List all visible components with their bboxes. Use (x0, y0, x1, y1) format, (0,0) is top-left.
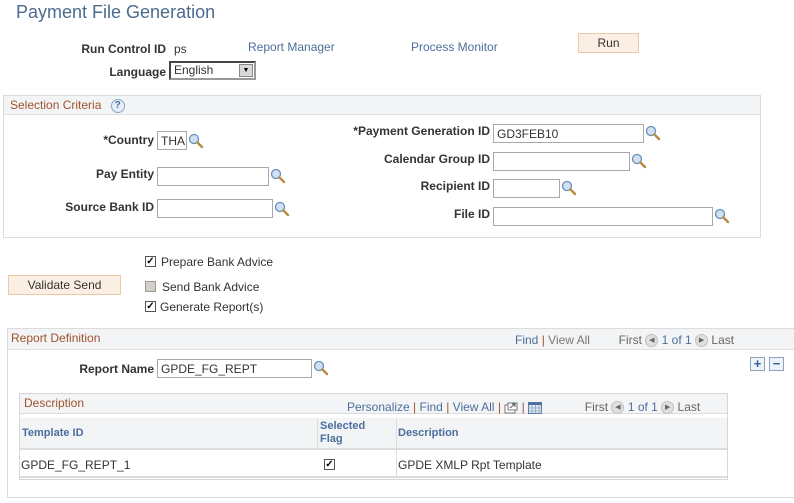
run-control-id-label: Run Control ID (81, 42, 166, 56)
validate-send-button[interactable]: Validate Send (8, 275, 121, 295)
report-manager-link[interactable]: Report Manager (248, 40, 335, 54)
process-monitor-link[interactable]: Process Monitor (411, 40, 498, 54)
description-last[interactable]: Last (678, 400, 701, 414)
description-grid-nav: Personalize | Find | View All | | First … (347, 400, 701, 415)
delete-row-button[interactable]: − (769, 357, 784, 371)
run-button[interactable]: Run (578, 33, 639, 53)
report-name-label: Report Name (79, 362, 154, 376)
calendar-group-input[interactable] (493, 152, 630, 171)
run-control-id-value: ps (174, 42, 187, 56)
description-cell: GPDE XMLP Rpt Template (398, 458, 542, 472)
report-definition-view-all-link[interactable]: View All (548, 333, 590, 347)
source-bank-label: Source Bank ID (65, 200, 154, 214)
file-id-lookup-icon[interactable] (714, 208, 730, 224)
recipient-label: Recipient ID (420, 179, 490, 193)
report-name-input[interactable]: GPDE_FG_REPT (157, 359, 312, 378)
template-id-cell: GPDE_FG_REPT_1 (21, 458, 131, 472)
prepare-bank-advice-checkbox[interactable]: ✓ (145, 256, 156, 267)
description-first[interactable]: First (585, 400, 608, 414)
recipient-lookup-icon[interactable] (561, 180, 577, 196)
pay-entity-label: Pay Entity (95, 167, 154, 181)
previous-icon[interactable]: ◀ (645, 334, 659, 348)
report-definition-last[interactable]: Last (711, 333, 734, 347)
column-header-description[interactable]: Description (398, 427, 459, 440)
generate-reports-checkbox[interactable]: ✓ (145, 301, 156, 312)
source-bank-input[interactable] (157, 199, 273, 218)
new-window-icon[interactable] (504, 402, 518, 414)
calendar-group-lookup-icon[interactable] (631, 153, 647, 169)
file-id-input[interactable] (493, 207, 713, 226)
calendar-group-label: Calendar Group ID (383, 152, 490, 166)
report-name-lookup-icon[interactable] (313, 360, 329, 376)
country-input[interactable]: THA (157, 131, 187, 150)
selection-criteria-header: Selection Criteria ? (4, 96, 760, 115)
country-lookup-icon[interactable] (188, 133, 204, 149)
description-view-all-link[interactable]: View All (453, 400, 495, 414)
description-pagination: 1 of 1 (627, 400, 658, 414)
next-icon[interactable]: ▶ (695, 334, 709, 348)
separator: | (497, 400, 501, 414)
description-grid-title: Description (24, 396, 85, 410)
selection-criteria-title: Selection Criteria (10, 98, 102, 112)
prepare-bank-advice-label: Prepare Bank Advice (161, 255, 274, 269)
personalize-link[interactable]: Personalize (347, 400, 410, 414)
send-bank-advice-checkbox[interactable] (145, 281, 156, 292)
separator: | (446, 400, 450, 414)
send-bank-advice-label: Send Bank Advice (162, 280, 260, 294)
payment-generation-label: *Payment Generation ID (353, 124, 490, 138)
column-header-selected-flag[interactable]: Selected Flag (320, 420, 380, 446)
recipient-input[interactable] (493, 179, 560, 198)
report-definition-pagination: 1 of 1 (661, 333, 692, 347)
separator: | (541, 333, 545, 347)
add-row-button[interactable]: + (750, 357, 765, 371)
payment-generation-input[interactable]: GD3FEB10 (493, 124, 644, 143)
payment-generation-lookup-icon[interactable] (645, 125, 661, 141)
separator: | (521, 400, 525, 414)
report-definition-find-link[interactable]: Find (515, 333, 538, 347)
pay-entity-lookup-icon[interactable] (270, 168, 286, 184)
chevron-down-icon[interactable]: ▼ (239, 64, 253, 77)
language-label: Language (109, 65, 166, 79)
page-title: Payment File Generation (16, 2, 216, 22)
pay-entity-input[interactable] (157, 167, 269, 186)
report-definition-title: Report Definition (11, 331, 101, 345)
download-spreadsheet-icon[interactable] (528, 401, 543, 414)
column-header-template-id[interactable]: Template ID (22, 427, 84, 440)
language-select[interactable]: English ▼ (169, 61, 256, 80)
report-definition-nav: Find | View All First ◀ 1 of 1 ▶ Last (515, 333, 734, 348)
next-icon[interactable]: ▶ (661, 401, 675, 415)
help-icon[interactable]: ? (110, 98, 125, 113)
selected-flag-checkbox[interactable]: ✓ (324, 459, 335, 470)
column-divider (317, 418, 318, 450)
generate-reports-label: Generate Report(s) (160, 300, 264, 314)
country-label: *Country (103, 133, 154, 147)
source-bank-lookup-icon[interactable] (274, 201, 290, 217)
file-id-label: File ID (453, 207, 490, 221)
separator: | (413, 400, 417, 414)
previous-icon[interactable]: ◀ (611, 401, 625, 415)
report-definition-first[interactable]: First (619, 333, 642, 347)
description-find-link[interactable]: Find (420, 400, 443, 414)
language-select-value: English (174, 63, 214, 77)
